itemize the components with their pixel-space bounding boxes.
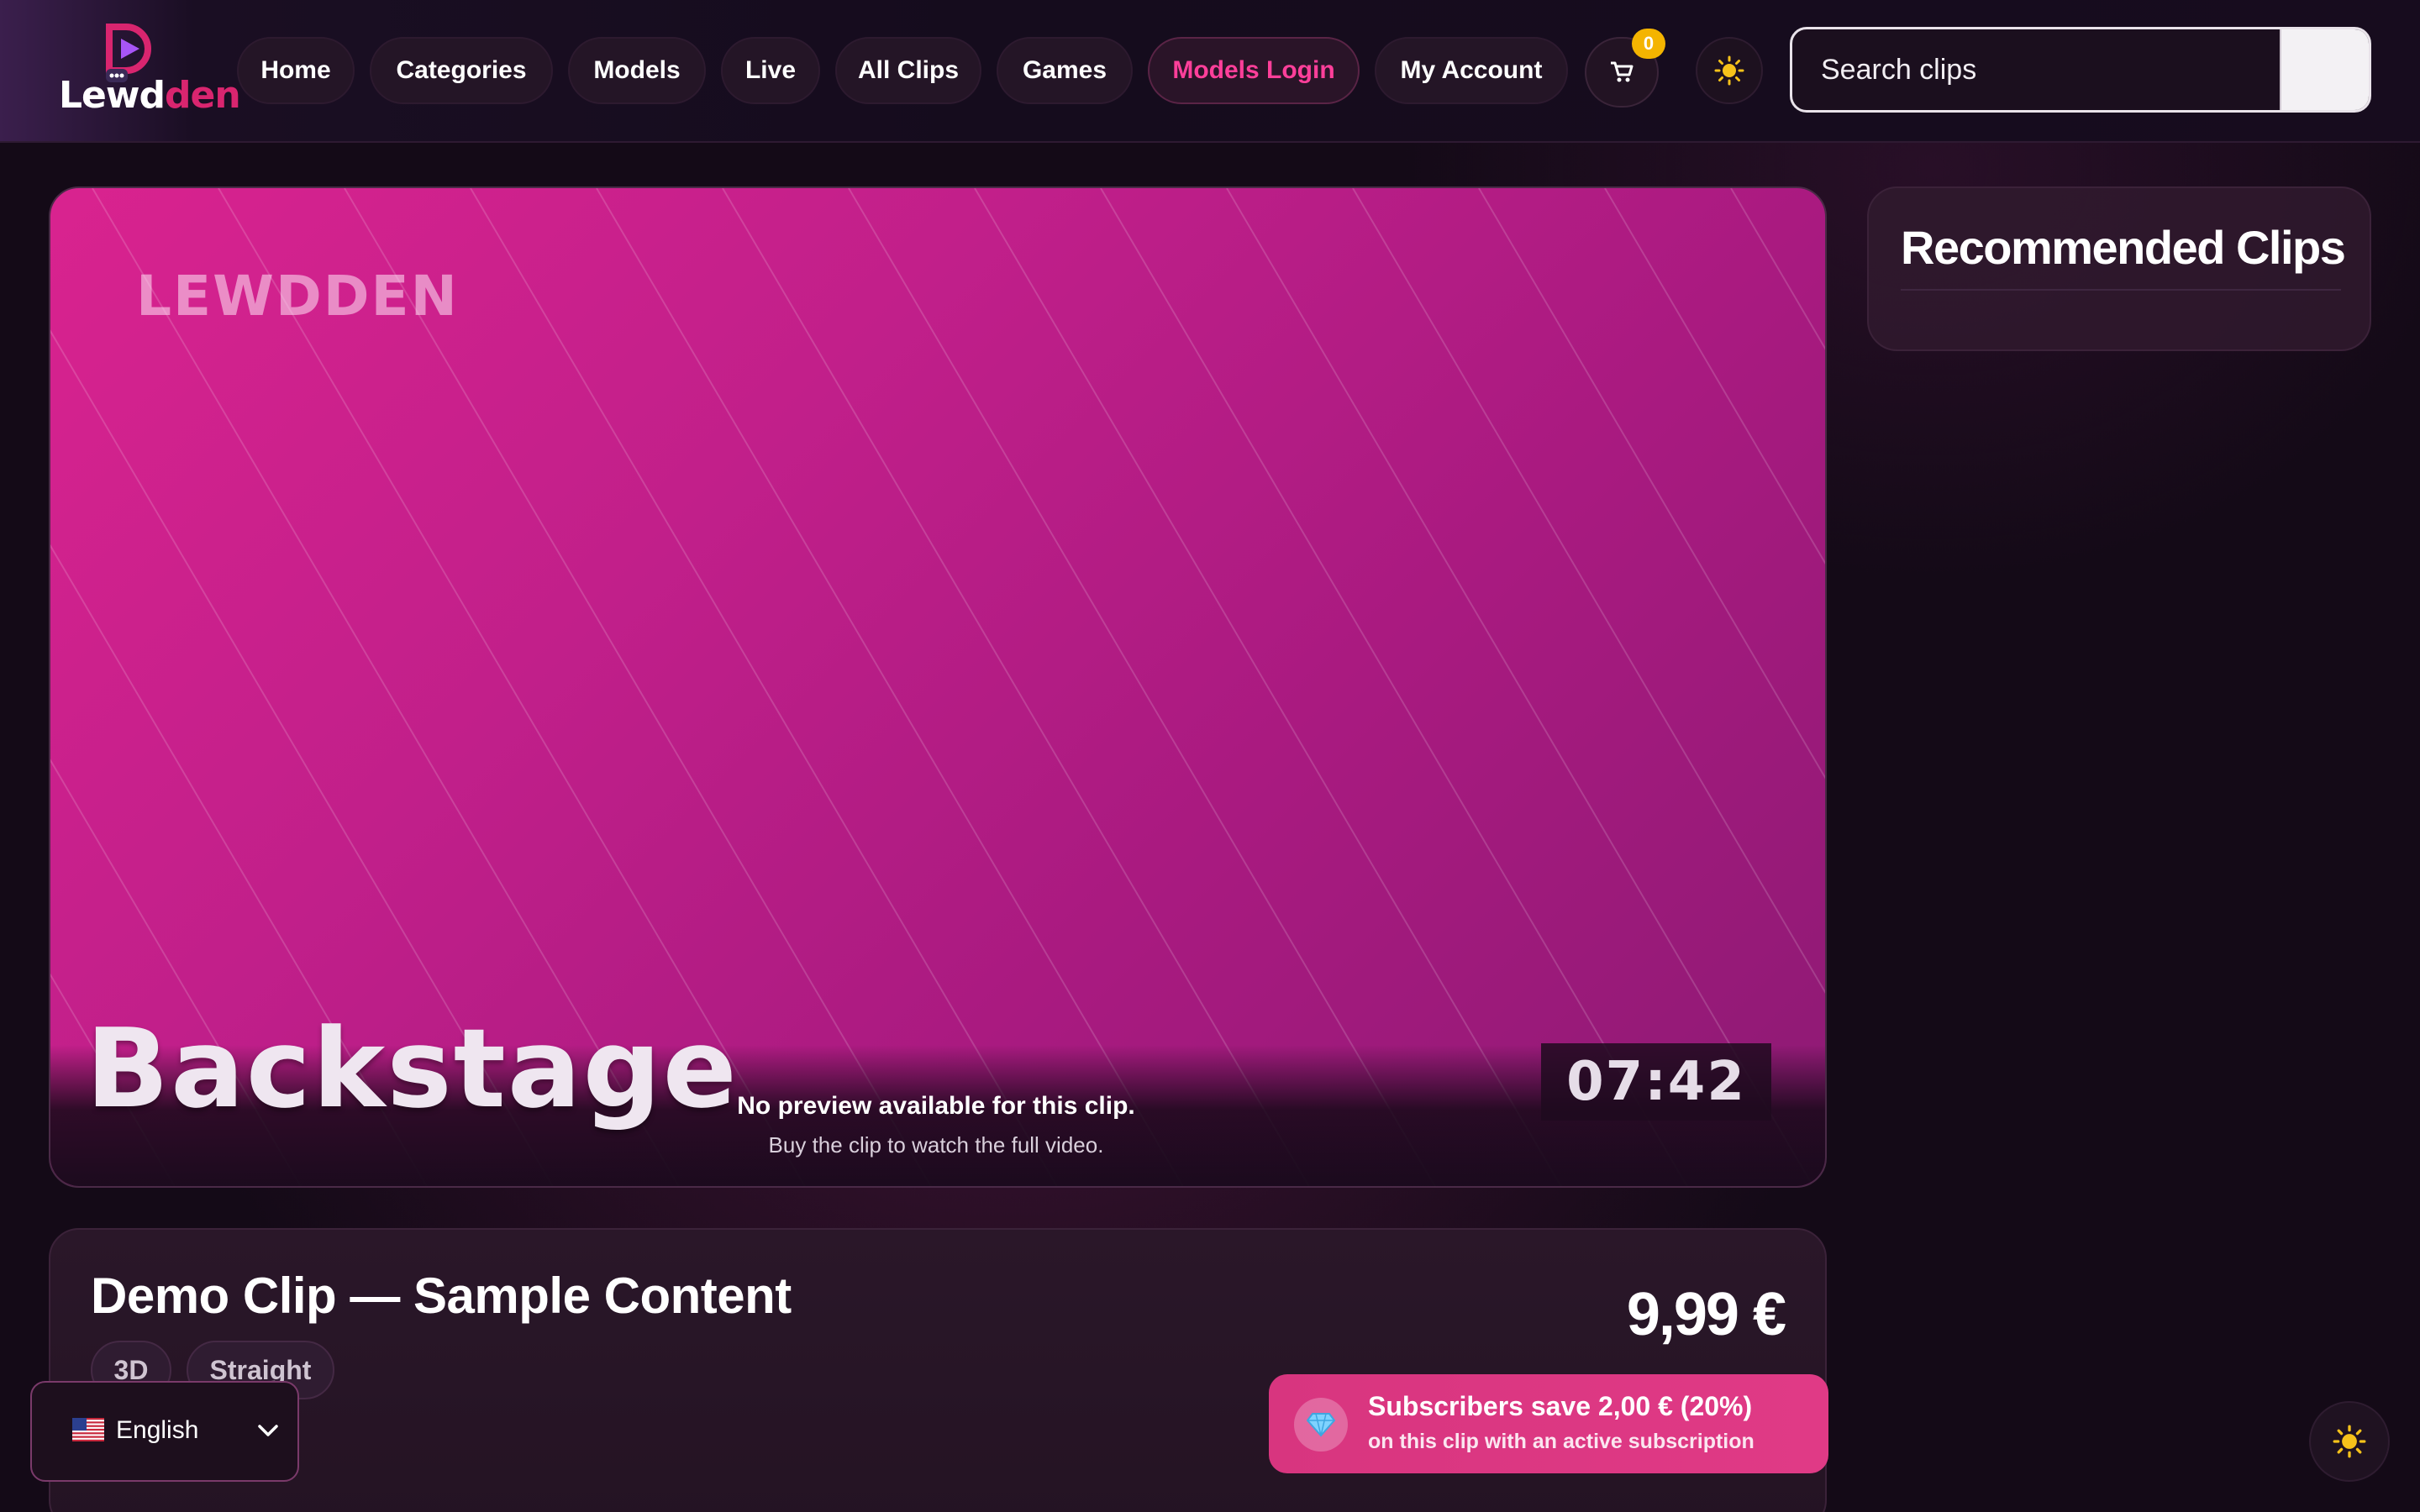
nav-categories[interactable]: Categories xyxy=(370,37,553,104)
video-watermark: LEWDDEN xyxy=(136,264,459,328)
nav-models-login[interactable]: Models Login xyxy=(1148,37,1360,104)
nav-my-account[interactable]: My Account xyxy=(1375,37,1568,104)
floating-theme-toggle[interactable] xyxy=(2309,1401,2390,1482)
cart-count-badge: 0 xyxy=(1632,29,1665,59)
cart-icon xyxy=(1611,61,1634,82)
nav-models[interactable]: Models xyxy=(568,37,706,104)
subscription-savings-banner[interactable]: Subscribers save 2,00 € (20%) on this cl… xyxy=(1269,1374,1828,1473)
brand-logo[interactable]: Lewdden xyxy=(55,18,241,119)
no-preview-subtitle: Buy the clip to watch the full video. xyxy=(768,1132,1104,1158)
recommended-clips-panel: Recommended Clips xyxy=(1867,186,2371,351)
no-preview-message: No preview available for this clip. xyxy=(737,1092,1135,1120)
nav-all-clips[interactable]: All Clips xyxy=(835,37,981,104)
us-flag-icon xyxy=(72,1418,104,1441)
language-label: English xyxy=(116,1416,199,1444)
search-button[interactable] xyxy=(2280,29,2369,110)
subscription-savings-subtext: on this clip with an active subscription xyxy=(1368,1430,1754,1453)
sun-icon xyxy=(1714,55,1744,86)
logo-text: Lewdden xyxy=(59,74,241,117)
chevron-down-icon xyxy=(258,1425,278,1436)
recommended-title: Recommended Clips xyxy=(1901,221,2346,274)
clip-title: Demo Clip — Sample Content xyxy=(91,1268,792,1324)
nav-live[interactable]: Live xyxy=(721,37,820,104)
search-box xyxy=(1790,27,2371,113)
subscription-savings-text: Subscribers save 2,00 € (20%) xyxy=(1368,1391,1753,1421)
top-header: Lewdden Home Categories Models Live All … xyxy=(0,0,2420,143)
nav-home[interactable]: Home xyxy=(237,37,355,104)
clip-price: 9,99 € xyxy=(1626,1281,1786,1348)
language-selector[interactable]: English xyxy=(30,1381,299,1482)
clip-info-card: Demo Clip — Sample Content 3D Straight 9… xyxy=(49,1228,1828,1512)
recommended-divider xyxy=(1901,289,2341,291)
diamond-icon xyxy=(1294,1398,1348,1452)
nav-games[interactable]: Games xyxy=(997,37,1133,104)
theme-toggle-button[interactable] xyxy=(1696,37,1763,104)
search-input[interactable] xyxy=(1792,29,2281,110)
sun-icon xyxy=(2333,1425,2366,1458)
